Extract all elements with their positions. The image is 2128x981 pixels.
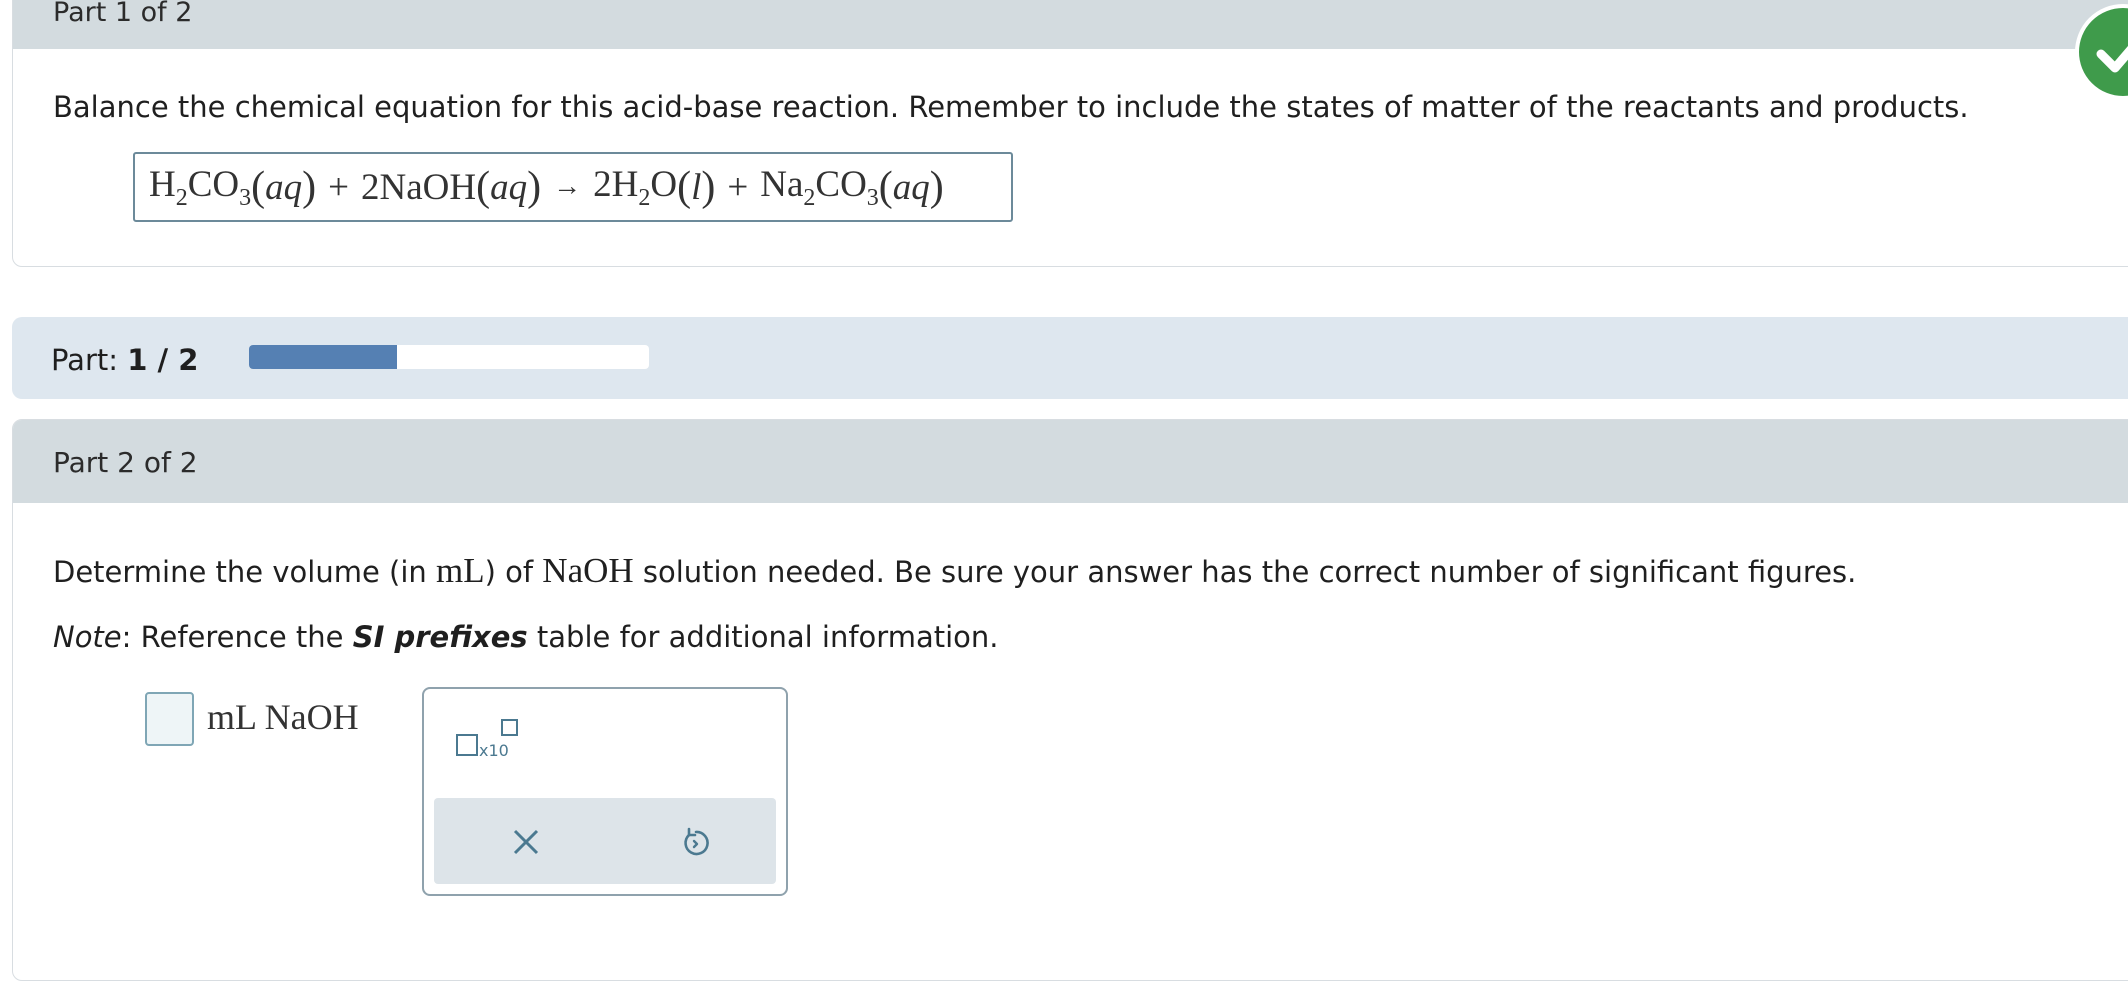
state-l: l [691, 166, 702, 208]
undo-button[interactable] [676, 822, 716, 862]
balanced-equation: H2CO3(aq) + 2NaOH(aq) → 2H2O(l) + Na2CO3… [133, 152, 1013, 222]
palette-actions [434, 798, 776, 884]
close-icon [513, 829, 539, 855]
part2-title: Part 2 of 2 [53, 446, 198, 479]
part2-instruction: Determine the volume (in mL) of NaOH sol… [53, 551, 1857, 590]
reactant-naoh: 2NaOH [361, 166, 477, 208]
part2-header: Part 2 of 2 [13, 420, 2128, 503]
reaction-arrow-icon: → [553, 171, 582, 202]
state-aq: aq [892, 166, 930, 208]
placeholder-box-icon [456, 734, 478, 756]
part1-card: Part 1 of 2 [12, 0, 2128, 267]
part1-header: Part 1 of 2 [13, 0, 2128, 49]
state-aq: aq [490, 166, 528, 208]
progress-fill [249, 345, 397, 369]
state-aq: aq [265, 166, 303, 208]
si-prefixes-link[interactable]: SI prefixes [353, 620, 528, 654]
exponent-box-icon [501, 719, 518, 736]
product-h2o: 2H2O [593, 163, 678, 211]
reactant-h2co3: H2CO3 [149, 163, 252, 211]
check-icon [2075, 4, 2128, 100]
math-palette: x10 [422, 687, 788, 896]
undo-icon [684, 827, 709, 856]
unit-label: mL NaOH [207, 697, 359, 737]
answer-input[interactable] [145, 692, 194, 746]
progress-value: 1 / 2 [127, 343, 199, 377]
part1-title: Part 1 of 2 [53, 0, 193, 28]
note-line: Note: Reference the SI prefixes table fo… [53, 620, 999, 654]
progress-label: Part: 1 / 2 [51, 343, 199, 377]
part1-instruction: Balance the chemical equation for this a… [53, 90, 1969, 124]
product-na2co3: Na2CO3 [760, 163, 879, 211]
clear-button[interactable] [506, 822, 546, 862]
times-ten-label: x10 [479, 741, 509, 760]
